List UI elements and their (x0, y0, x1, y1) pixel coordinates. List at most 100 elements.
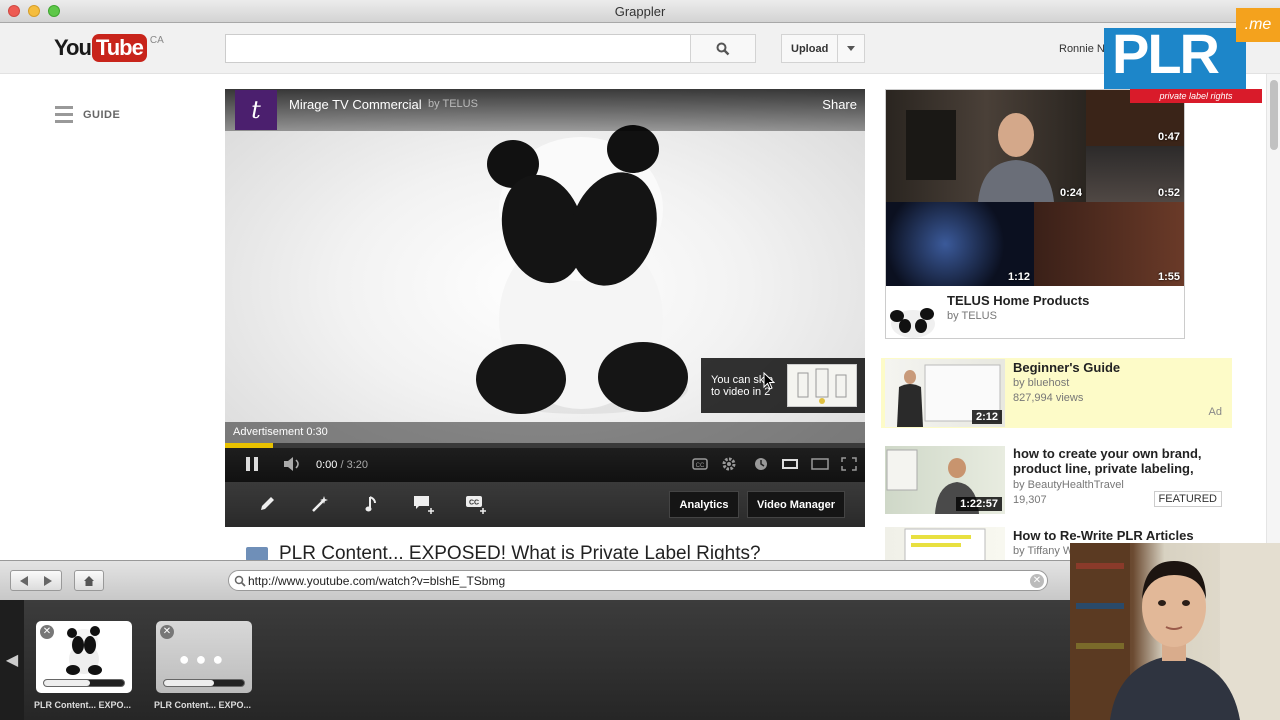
captions-add-icon[interactable]: CC (465, 495, 487, 515)
analytics-button[interactable]: Analytics (669, 491, 739, 518)
fullscreen-icon[interactable] (841, 457, 857, 471)
featured-badge: FEATURED (1153, 491, 1222, 507)
tab-thumbnail-2[interactable]: ●●● ✕ (156, 621, 252, 693)
pause-icon[interactable] (245, 457, 259, 471)
home-icon (84, 575, 94, 586)
time-current: 0:00 (316, 459, 338, 471)
tab-load-progress (163, 679, 245, 687)
channel-logo[interactable]: t (235, 90, 277, 130)
upload-button[interactable]: Upload (781, 34, 865, 63)
promo-thumbnail-1[interactable]: 0:24 (886, 90, 1086, 202)
tab-label[interactable]: PLR Content... EXPO... (34, 700, 131, 710)
related-thumbnail[interactable]: 2:12 (885, 359, 1005, 427)
clear-url-icon[interactable]: ✕ (1030, 574, 1044, 588)
video-title-link[interactable]: Mirage TV Commercial (289, 97, 422, 112)
skip-video-thumbnail (787, 364, 857, 407)
promo-channel[interactable]: by TELUS (947, 310, 997, 322)
promoted-channel-box[interactable]: 0:24 0:47 0:52 1:12 1:55 TELUS Home Prod… (885, 89, 1185, 339)
related-channel[interactable]: by BeautyHealthTravel (1013, 479, 1124, 491)
plr-tld-badge: .me (1236, 8, 1280, 42)
annotations-icon[interactable] (413, 495, 435, 515)
advertisement-countdown: Advertisement 0:30 (233, 426, 328, 438)
back-arrow-icon[interactable] (12, 575, 36, 587)
panda-thumbnail-image (66, 626, 102, 675)
guide-label: GUIDE (83, 108, 121, 121)
small-player-icon[interactable] (782, 457, 798, 471)
window-titlebar: Grappler (0, 0, 1280, 23)
upload-menu-caret-icon[interactable] (837, 35, 864, 62)
edit-pencil-icon[interactable] (258, 495, 276, 513)
related-channel[interactable]: by Tiffany W (1013, 545, 1073, 557)
svg-text:CC: CC (696, 463, 705, 469)
uploader-avatar[interactable] (246, 547, 268, 561)
related-item[interactable]: 2:12 Beginner's Guide by bluehost 827,99… (881, 358, 1232, 428)
promo-thumbnail-4[interactable]: 1:12 (886, 202, 1034, 286)
enhancements-wand-icon[interactable] (311, 495, 329, 513)
player-controls: 0:00 / 3:20 CC (225, 448, 865, 482)
video-manager-button[interactable]: Video Manager (747, 491, 845, 518)
settings-gear-icon[interactable] (722, 457, 736, 471)
guide-button[interactable]: GUIDE (55, 106, 120, 123)
panda-video-frame (476, 125, 688, 414)
forward-arrow-icon[interactable] (36, 575, 60, 587)
region-label: CA (149, 35, 164, 46)
related-duration: 2:12 (971, 410, 1002, 424)
share-button[interactable]: Share (822, 97, 857, 112)
search-icon (716, 42, 730, 55)
tab-close-icon[interactable]: ✕ (40, 625, 54, 639)
promo-duration-4: 1:12 (1007, 271, 1030, 283)
telus-panda-avatar (890, 308, 935, 338)
watch-later-icon[interactable] (754, 457, 768, 471)
search-icon (234, 575, 246, 587)
loading-dots-icon: ●●● (178, 649, 230, 669)
volume-icon[interactable] (284, 457, 304, 471)
promo-duration-2: 0:24 (1059, 187, 1082, 199)
search-input[interactable] (225, 34, 691, 63)
ad-tag: Ad (1208, 406, 1222, 418)
video-player[interactable]: t Mirage TV Commercial by TELUS Share Yo… (225, 89, 865, 446)
youtube-logo[interactable]: You Tube CA (54, 34, 164, 62)
time-duration: / 3:20 (340, 459, 369, 471)
person-portrait-image (906, 110, 1054, 202)
promo-thumbnail-3[interactable]: 0:52 (1086, 146, 1184, 202)
user-name[interactable]: Ronnie N (1059, 43, 1105, 55)
related-views: 827,994 views (1013, 392, 1084, 404)
youtube-logo-tube: Tube (91, 34, 147, 62)
time-display: 0:00 / 3:20 (316, 459, 368, 471)
related-duration: 1:22:57 (956, 497, 1002, 511)
url-field[interactable]: http://www.youtube.com/watch?v=blshE_TSb… (228, 570, 1048, 591)
document-image (904, 528, 986, 560)
promo-thumbnail-5[interactable]: 1:55 (1034, 202, 1184, 286)
guide-menu-icon (55, 106, 73, 123)
search-button[interactable] (690, 34, 756, 63)
related-title[interactable]: Beginner's Guide (1013, 360, 1223, 375)
related-thumbnail[interactable] (885, 527, 1005, 560)
video-channel[interactable]: by TELUS (428, 98, 478, 110)
tab-load-progress (43, 679, 125, 687)
mouse-cursor-icon (763, 372, 775, 390)
large-player-icon[interactable] (811, 457, 829, 471)
related-title[interactable]: how to create your own brand, product li… (1013, 446, 1223, 476)
back-forward-buttons (10, 570, 62, 591)
related-thumbnail[interactable]: 1:22:57 (885, 446, 1005, 514)
promo-title[interactable]: TELUS Home Products (947, 293, 1089, 308)
tab-thumbnail-1[interactable]: ✕ (36, 621, 132, 693)
captions-icon[interactable]: CC (692, 457, 708, 471)
tabs-scroll-left-icon[interactable]: ◀ (0, 600, 24, 720)
related-title[interactable]: How to Re-Write PLR Articles (1013, 528, 1223, 543)
upload-label: Upload (791, 42, 829, 55)
tab-close-icon[interactable]: ✕ (160, 625, 174, 639)
audio-music-icon[interactable] (364, 495, 380, 513)
plr-brand: PLR (1112, 22, 1220, 85)
skip-ad-box[interactable]: You can skip to video in 2 (701, 358, 865, 413)
page-scrollbar[interactable] (1266, 74, 1280, 560)
player-title-bar: t Mirage TV Commercial by TELUS Share (225, 89, 865, 131)
home-button[interactable] (74, 570, 104, 591)
youtube-header: You Tube CA Upload Ronnie N (0, 23, 1280, 74)
plr-tagline: private label rights (1130, 89, 1262, 103)
related-channel[interactable]: by bluehost (1013, 377, 1069, 389)
scrollbar-thumb[interactable] (1270, 80, 1278, 150)
video-editor-bar: CC Analytics Video Manager (225, 482, 865, 527)
related-item[interactable]: 1:22:57 how to create your own brand, pr… (881, 445, 1232, 515)
tab-label[interactable]: PLR Content... EXPO... (154, 700, 251, 710)
